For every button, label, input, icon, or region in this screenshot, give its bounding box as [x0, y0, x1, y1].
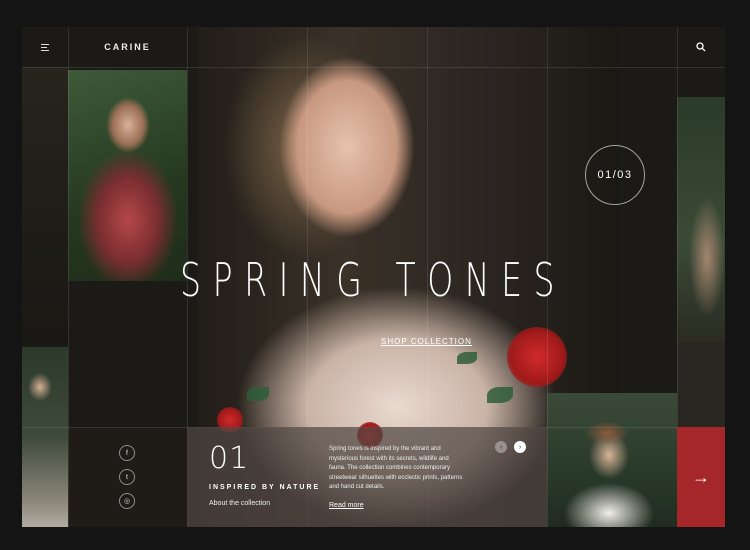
page-frame: CARINE 01/03 SPRING TONES SHOP COLLECTIO… [22, 27, 725, 527]
collection-number: 01 [209, 441, 250, 476]
collection-subtitle: INSPIRED BY NATURE [209, 484, 321, 491]
chevron-left-icon: ‹ [499, 443, 503, 451]
twitter-icon[interactable]: t [119, 469, 135, 485]
logo[interactable]: CARINE [68, 27, 187, 67]
menu-button[interactable] [22, 27, 68, 67]
model-photo-bottom-left[interactable] [22, 347, 68, 527]
arrow-right-icon: → [692, 466, 710, 487]
menu-icon [41, 43, 49, 51]
collection-info-panel: 01 INSPIRED BY NATURE About the collecti… [187, 427, 547, 527]
model-photo-bottom-right[interactable] [547, 393, 677, 527]
slide-counter: 01/03 [585, 145, 645, 205]
prev-button[interactable]: ‹ [495, 441, 507, 453]
next-slide-button[interactable]: → [677, 427, 725, 527]
collection-description: Spring tones is inspired by the vibrant … [329, 446, 463, 490]
shop-collection-link[interactable]: SHOP COLLECTION [381, 337, 472, 346]
about-collection-label: About the collection [209, 500, 271, 507]
chevron-right-icon: › [518, 443, 522, 451]
next-button[interactable]: › [514, 441, 526, 453]
hero-title: SPRING TONES [180, 253, 567, 307]
instagram-icon[interactable]: ◎ [119, 493, 135, 509]
facebook-icon[interactable]: f [119, 445, 135, 461]
right-dark-panel [677, 342, 725, 427]
search-button[interactable] [677, 27, 725, 67]
read-more-link[interactable]: Read more [329, 502, 364, 509]
search-icon [696, 42, 706, 52]
